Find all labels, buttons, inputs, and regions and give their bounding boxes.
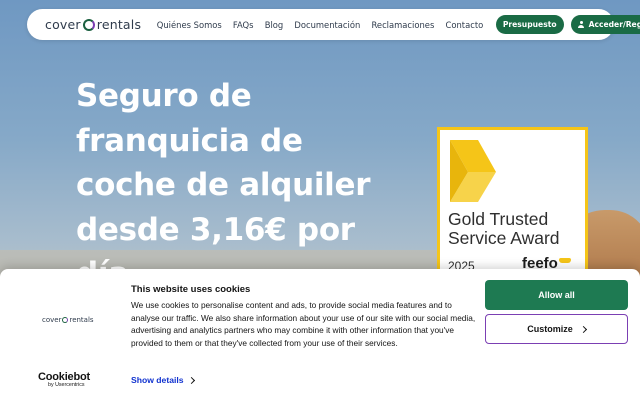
- brand-name-left: cover: [45, 17, 81, 32]
- nav-link-reclamaciones[interactable]: Reclamaciones: [366, 20, 440, 30]
- cookie-banner: cover rentals Cookiebot by Usercentrics …: [0, 269, 640, 400]
- allow-all-button[interactable]: Allow all: [485, 280, 628, 310]
- login-button[interactable]: Acceder/Registrarse: [570, 15, 640, 34]
- nav-link-quienes-somos[interactable]: Quiénes Somos: [151, 20, 227, 30]
- user-icon: [578, 21, 585, 28]
- navbar: cover rentals Quiénes Somos FAQs Blog Do…: [27, 9, 640, 40]
- award-badge: Gold Trusted Service Award 2025 feefo: [437, 127, 588, 277]
- award-title: Gold Trusted Service Award: [448, 209, 560, 248]
- cookiebot-logo[interactable]: Cookiebot by Usercentrics: [38, 371, 98, 388]
- login-button-label: Acceder/Registrarse: [588, 20, 640, 29]
- cookie-brand-right: rentals: [69, 316, 94, 324]
- chevron-right-icon: [187, 376, 195, 384]
- cookie-brand-left: cover: [42, 316, 62, 324]
- cookie-logo-mark-icon: [62, 317, 69, 323]
- nav-link-contacto[interactable]: Contacto: [440, 20, 489, 30]
- nav-link-documentacion[interactable]: Documentación: [289, 20, 366, 30]
- show-details-link[interactable]: Show details: [131, 375, 195, 385]
- brand-name-right: rentals: [96, 17, 142, 32]
- cookie-title: This website uses cookies: [131, 284, 251, 295]
- brand-logo[interactable]: cover rentals: [45, 17, 141, 32]
- cookiebot-sub: by Usercentrics: [48, 382, 85, 388]
- logo-mark-icon: [82, 18, 95, 31]
- nav-links: Quiénes Somos FAQs Blog Documentación Re…: [151, 20, 489, 30]
- customize-label: Customize: [527, 324, 573, 334]
- cookie-body: We use cookies to personalise content an…: [131, 300, 476, 348]
- award-star-icon: [450, 140, 496, 202]
- nav-link-faqs[interactable]: FAQs: [227, 20, 259, 30]
- feefo-dots-icon: [558, 258, 571, 263]
- show-details-label: Show details: [131, 375, 184, 385]
- nav-link-blog[interactable]: Blog: [259, 20, 289, 30]
- chevron-right-icon: [579, 325, 587, 333]
- cookie-brand-logo: cover rentals: [42, 316, 94, 324]
- customize-button[interactable]: Customize: [485, 314, 628, 344]
- quote-button[interactable]: Presupuesto: [495, 15, 564, 34]
- hero-headline: Seguro de franquicia de coche de alquile…: [76, 78, 371, 292]
